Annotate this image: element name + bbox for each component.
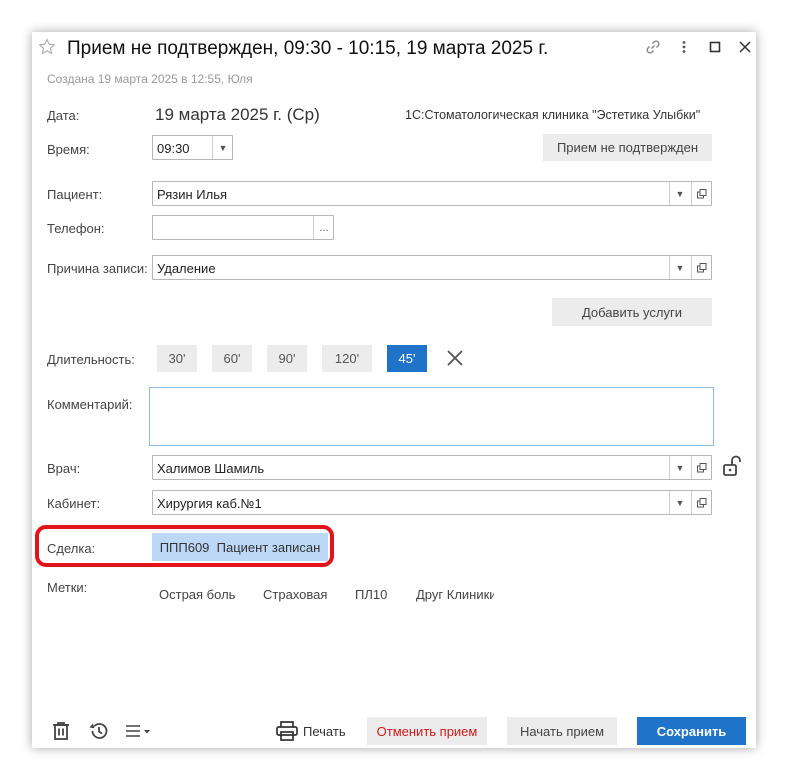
deal-link[interactable]: ППП609 Пациент записан xyxy=(152,533,328,561)
doctor-label: Врач: xyxy=(47,461,81,476)
reason-label: Причина записи: xyxy=(47,261,148,276)
duration-45-button[interactable]: 45' xyxy=(387,345,427,372)
patient-field[interactable]: Рязин Илья ▼ xyxy=(152,181,712,206)
comment-label: Комментарий: xyxy=(47,397,133,412)
date-label: Дата: xyxy=(47,108,80,123)
open-icon[interactable] xyxy=(691,256,712,279)
add-services-button[interactable]: Добавить услуги xyxy=(552,298,712,326)
favorite-star-icon[interactable] xyxy=(38,38,56,56)
page-title: Прием не подтвержден, 09:30 - 10:15, 19 … xyxy=(67,38,549,59)
menu-icon[interactable] xyxy=(125,722,153,740)
appointment-window: Прием не подтвержден, 09:30 - 10:15, 19 … xyxy=(32,32,756,748)
open-icon[interactable] xyxy=(691,456,712,479)
patient-label: Пациент: xyxy=(47,187,103,202)
chevron-down-icon[interactable]: ▼ xyxy=(669,182,690,205)
patient-value: Рязин Илья xyxy=(157,187,228,202)
clear-duration-icon[interactable] xyxy=(446,349,464,367)
print-icon[interactable] xyxy=(276,721,298,741)
maximize-icon[interactable] xyxy=(708,40,722,54)
save-button[interactable]: Сохранить xyxy=(637,717,746,745)
chevron-down-icon[interactable]: ▼ xyxy=(669,456,690,479)
link-icon[interactable] xyxy=(644,38,662,56)
open-icon[interactable] xyxy=(691,491,712,514)
tag-item[interactable]: Друг Клиники xyxy=(416,587,494,602)
tag-item[interactable]: Страховая xyxy=(263,587,327,602)
close-icon[interactable] xyxy=(738,40,752,54)
date-value: 19 марта 2025 г. (Ср) xyxy=(155,105,320,124)
open-icon[interactable] xyxy=(691,182,712,205)
history-icon[interactable] xyxy=(88,720,110,742)
duration-30-button[interactable]: 30' xyxy=(157,345,197,372)
doctor-field[interactable]: Халимов Шамиль ▼ xyxy=(152,455,712,480)
chevron-down-icon[interactable]: ▼ xyxy=(669,256,690,279)
duration-90-button[interactable]: 90' xyxy=(267,345,307,372)
duration-label: Длительность: xyxy=(47,352,135,367)
start-appointment-button[interactable]: Начать прием xyxy=(507,717,617,745)
room-value: Хирургия каб.№1 xyxy=(157,496,262,511)
clinic-name: 1С:Стоматологическая клиника "Эстетика У… xyxy=(405,108,701,122)
created-info: Создана 19 марта 2025 в 12:55, Юля xyxy=(47,72,253,86)
time-label: Время: xyxy=(47,142,90,157)
unlock-icon[interactable] xyxy=(721,454,743,478)
comment-textarea[interactable] xyxy=(149,387,714,446)
tag-item[interactable]: ПЛ10 xyxy=(355,587,387,602)
ellipsis-button[interactable]: ... xyxy=(313,216,334,239)
time-select[interactable]: 09:30 ▼ xyxy=(152,135,233,160)
print-button[interactable]: Печать xyxy=(303,724,346,739)
status-button[interactable]: Прием не подтвержден xyxy=(543,134,712,161)
tags-label: Метки: xyxy=(47,580,88,595)
phone-field[interactable]: ... xyxy=(152,215,334,240)
reason-value: Удаление xyxy=(157,261,216,276)
phone-label: Телефон: xyxy=(47,221,105,236)
time-value: 09:30 xyxy=(157,141,190,156)
trash-icon[interactable] xyxy=(52,721,70,741)
reason-field[interactable]: Удаление ▼ xyxy=(152,255,712,280)
room-field[interactable]: Хирургия каб.№1 ▼ xyxy=(152,490,712,515)
duration-120-button[interactable]: 120' xyxy=(322,345,372,372)
chevron-down-icon[interactable]: ▼ xyxy=(212,136,233,159)
room-label: Кабинет: xyxy=(47,496,101,511)
cancel-appointment-button[interactable]: Отменить прием xyxy=(367,717,487,745)
chevron-down-icon[interactable]: ▼ xyxy=(669,491,690,514)
duration-60-button[interactable]: 60' xyxy=(212,345,252,372)
tag-item[interactable]: Острая боль xyxy=(159,587,235,602)
more-icon[interactable] xyxy=(676,39,692,55)
doctor-value: Халимов Шамиль xyxy=(157,461,265,476)
deal-label: Сделка: xyxy=(47,541,96,556)
